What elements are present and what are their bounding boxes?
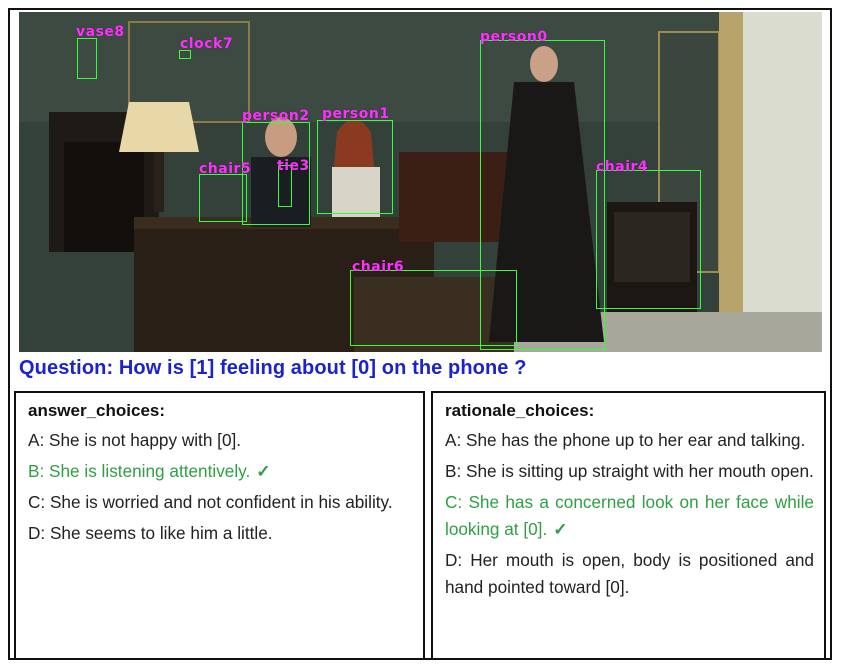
rationale-choice-d-text: D: Her mouth is open, body is positioned… [445,550,814,597]
rationale-choice-b: B: She is sitting up straight with her m… [445,458,814,485]
bbox-label-person1: person1 [322,106,390,122]
answer-choice-b: B: She is listening attentively. ✓ [28,458,413,485]
answer-choice-c: C: She is worried and not confident in h… [28,489,413,516]
rationale-choice-d: D: Her mouth is open, body is positioned… [445,547,814,601]
bbox-chair5 [199,174,247,222]
rationale-panel-title: rationale_choices: [445,401,595,420]
bbox-label-chair4: chair4 [596,159,649,175]
bbox-chair4 [596,170,701,309]
bbox-label-chair5: chair5 [199,161,252,177]
check-icon: ✓ [553,520,568,539]
bbox-label-chair6: chair6 [352,259,405,275]
bbox-vase8 [77,38,97,79]
rationale-choice-a-text: A: She has the phone up to her ear and t… [445,430,806,450]
bbox-label-vase8: vase8 [76,24,125,40]
check-icon: ✓ [256,462,271,481]
bbox-person1 [317,120,393,214]
answer-choice-a-text: A: She is not happy with [0]. [28,430,242,450]
answer-panel-title: answer_choices: [28,401,166,420]
bbox-label-person0: person0 [480,29,548,45]
rationale-choice-c: C: She has a concerned look on her face … [445,489,814,543]
answer-choice-d-text: D: She seems to like him a little. [28,523,273,543]
scene-image: vase8 clock7 person0 person2 person1 cha… [19,12,822,352]
rationale-choices-panel: rationale_choices: A: She has the phone … [431,391,826,660]
rationale-choice-c-text: C: She has a concerned look on her face … [445,492,814,539]
answer-choice-d: D: She seems to like him a little. [28,520,413,547]
answer-choices-panel: answer_choices: A: She is not happy with… [14,391,425,660]
bbox-label-person2: person2 [242,108,310,124]
question-text: Question: How is [1] feeling about [0] o… [19,357,527,379]
answer-choice-b-text: B: She is listening attentively. [28,461,251,481]
answer-choice-a: A: She is not happy with [0]. [28,427,413,454]
answer-choice-c-text: C: She is worried and not confident in h… [28,492,393,512]
bbox-label-tie3: tie3 [277,158,310,174]
bbox-chair6 [350,270,517,346]
rationale-choice-a: A: She has the phone up to her ear and t… [445,427,814,454]
bbox-label-clock7: clock7 [180,36,234,52]
rationale-choice-b-text: B: She is sitting up straight with her m… [445,461,814,481]
